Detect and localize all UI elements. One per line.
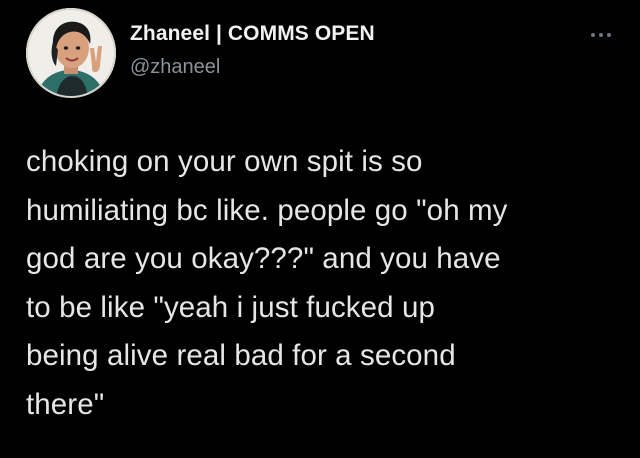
author-avatar[interactable] [26, 8, 116, 98]
tweet-text: choking on your own spit is so humiliati… [26, 145, 508, 421]
dot-icon [591, 33, 595, 37]
more-options-icon[interactable] [586, 29, 616, 41]
tweet-card: Zhaneel | COMMS OPEN @zhaneel choking on… [0, 0, 640, 458]
avatar-illustration-icon [26, 8, 116, 98]
author-handle[interactable]: @zhaneel [130, 56, 220, 79]
dot-icon [607, 33, 611, 37]
dot-icon [599, 33, 603, 37]
author-display-name[interactable]: Zhaneel | COMMS OPEN [130, 22, 375, 46]
